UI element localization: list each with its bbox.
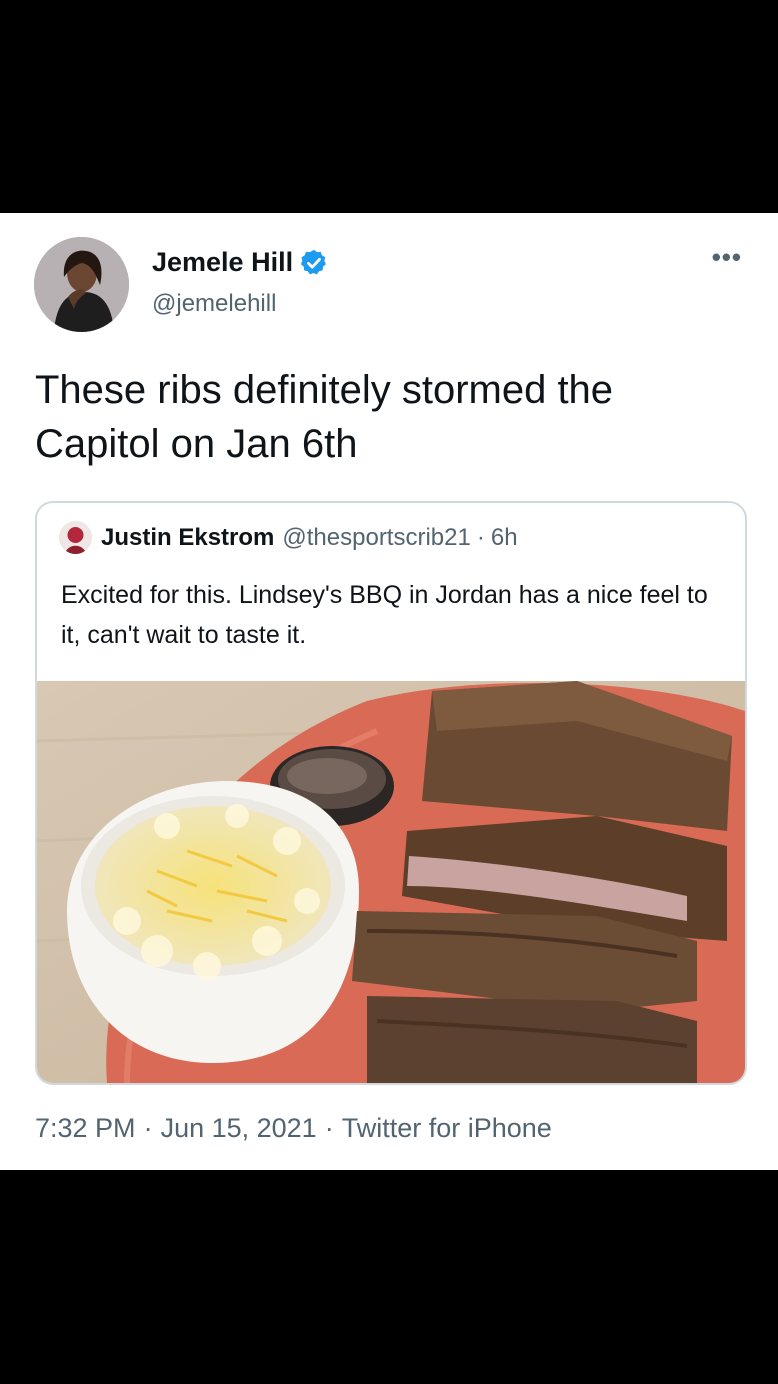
- quoted-tweet[interactable]: Justin Ekstrom @thesportscrib21 · 6h Exc…: [35, 501, 747, 1085]
- separator-dot: ·: [324, 1113, 334, 1143]
- ribs-and-mac-cheese-photo[interactable]: [37, 681, 745, 1083]
- quoted-author-handle[interactable]: @thesportscrib21: [282, 524, 470, 552]
- tweet-source[interactable]: Twitter for iPhone: [342, 1113, 552, 1144]
- quoted-author-name[interactable]: Justin Ekstrom: [101, 524, 274, 552]
- author-name-row: Jemele Hill: [152, 247, 329, 278]
- quoted-timestamp[interactable]: 6h: [491, 524, 518, 552]
- quoted-avatar-icon: [59, 521, 92, 554]
- quoted-tweet-text: Excited for this. Lindsey's BBQ in Jorda…: [61, 581, 708, 649]
- tweet-text: These ribs definitely stormed the Capito…: [35, 368, 614, 466]
- verified-badge-icon: [300, 249, 326, 274]
- avatar-photo-icon: [34, 237, 129, 332]
- tweet-card: Jemele Hill @jemelehill ••• These ribs d…: [0, 213, 778, 1170]
- author-name[interactable]: Jemele Hill: [152, 247, 293, 278]
- separator-dot: ·: [143, 1113, 153, 1143]
- tweet-time[interactable]: 7:32 PM: [35, 1113, 136, 1144]
- quoted-author-avatar[interactable]: [59, 521, 92, 554]
- quoted-tweet-header: Justin Ekstrom @thesportscrib21 · 6h: [59, 521, 518, 554]
- author-avatar[interactable]: [34, 237, 129, 332]
- tweet-meta: 7:32 PM · Jun 15, 2021 · Twitter for iPh…: [35, 1113, 552, 1144]
- more-options-icon[interactable]: •••: [712, 244, 742, 270]
- author-handle[interactable]: @jemelehill: [152, 290, 276, 318]
- separator-dot: ·: [476, 523, 485, 551]
- tweet-date[interactable]: Jun 15, 2021: [161, 1113, 317, 1144]
